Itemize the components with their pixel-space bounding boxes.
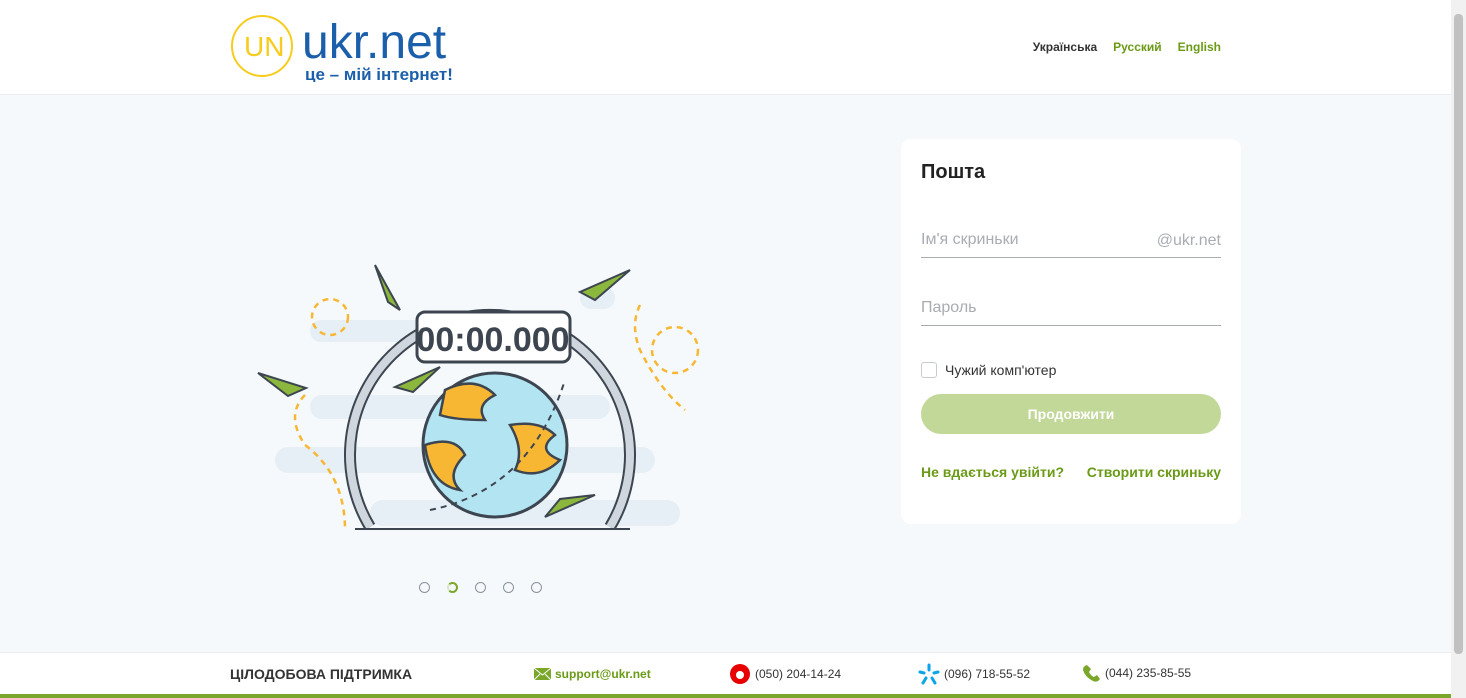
timer-readout: 00:00.000 [416,321,569,359]
remember-checkbox-row: Чужий комп'ютер [921,362,1221,378]
login-title: Пошта [921,161,986,183]
foreign-computer-label[interactable]: Чужий комп'ютер [945,362,1056,378]
footer: ЦІЛОДОБОВА ПІДТРИМКА support@ukr.net (05… [0,652,1451,698]
kyivstar-icon [918,663,940,685]
username-field-wrap: @ukr.net [921,224,1221,258]
header: UN ukr.net це – мій інтернет! Українська… [0,0,1451,95]
carousel-dot[interactable] [503,582,514,593]
language-switcher: Українська Русский English [1033,40,1221,54]
envelope-icon [534,668,551,680]
vodafone-phone: (050) 204-14-24 [729,663,841,685]
foreign-computer-checkbox[interactable] [921,362,937,378]
carousel-dot-active[interactable] [447,582,458,593]
continue-button[interactable]: Продовжити [921,394,1221,434]
support-label: ЦІЛОДОБОВА ПІДТРИМКА [230,666,413,682]
create-mailbox-link[interactable]: Створити скриньку [1087,464,1221,480]
svg-text:це – мій інтернет!: це – мій інтернет! [305,65,453,82]
login-card: Пошта @ukr.net Чужий комп'ютер Продовжит… [901,139,1241,524]
scrollbar[interactable] [1451,0,1466,698]
carousel-dot[interactable] [419,582,430,593]
lang-russian[interactable]: Русский [1113,40,1162,54]
landline-phone: (044) 235-85-55 [1083,664,1191,682]
carousel-dot[interactable] [475,582,486,593]
phone-icon [1083,665,1100,682]
globe-timer-illustration: 00:00.000 [257,264,700,531]
password-input[interactable] [921,292,1221,324]
carousel-dots [419,582,542,593]
svg-text:ukr.net: ukr.net [302,16,446,69]
lang-english[interactable]: English [1178,40,1221,54]
password-field-wrap [921,292,1221,326]
support-email[interactable]: support@ukr.net [534,667,651,681]
vodafone-icon [730,664,750,684]
lang-ukrainian[interactable]: Українська [1033,40,1097,54]
scrollbar-thumb[interactable] [1454,14,1463,654]
carousel-dot[interactable] [531,582,542,593]
svg-text:UN: UN [244,31,284,62]
forgot-link[interactable]: Не вдається увійти? [921,464,1064,480]
kyivstar-phone: (096) 718-55-52 [918,663,1030,685]
login-links: Не вдається увійти? Створити скриньку [921,464,1221,480]
domain-suffix: @ukr.net [1156,232,1221,249]
ukr-net-logo[interactable]: UN ukr.net це – мій інтернет! [230,10,470,82]
